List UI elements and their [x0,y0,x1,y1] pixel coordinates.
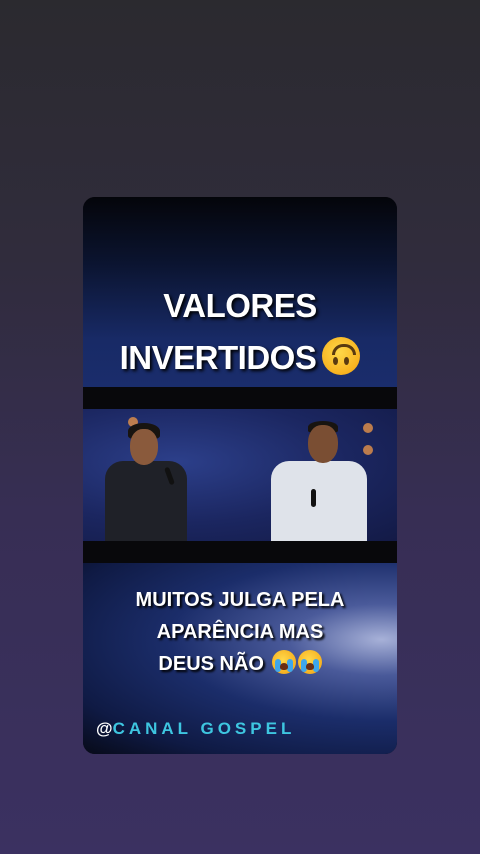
title-line-2-text: INVERTIDOS [119,339,317,376]
caption-line-2: APARÊNCIA MAS [156,621,324,643]
caption-line-3: DEUS NÃO [83,648,397,680]
caption-panel: MUITOS JULGA PELA APARÊNCIA MAS DEUS NÃO… [83,563,397,754]
story-title: VALORES INVERTIDOS [83,280,397,384]
watermark-brand: CANAL GOSPEL [112,719,296,738]
letterbox-bar-bottom [83,541,397,563]
upside-down-face-emoji-icon [322,337,361,375]
stage-light [363,423,373,433]
title-panel: VALORES INVERTIDOS [83,197,397,387]
crying-face-emoji-icon [271,650,296,674]
caption-line-3-text: DEUS NÃO [158,653,264,675]
watermark-at-sign: @ [96,719,113,738]
story-card[interactable]: VALORES INVERTIDOS MUITOS JULGA PELA APA… [83,197,397,754]
crying-face-emoji-icon [297,650,322,674]
caption-line-1: MUITOS JULGA PELA [135,589,345,611]
title-line-1: VALORES [163,287,317,324]
channel-watermark: @CANAL GOSPEL [96,719,295,739]
story-caption: MUITOS JULGA PELA APARÊNCIA MAS DEUS NÃO [83,584,397,680]
letterbox-bar-top [83,387,397,409]
title-line-2: INVERTIDOS [83,332,397,384]
stage-light [363,445,373,455]
video-frame[interactable] [83,409,397,541]
